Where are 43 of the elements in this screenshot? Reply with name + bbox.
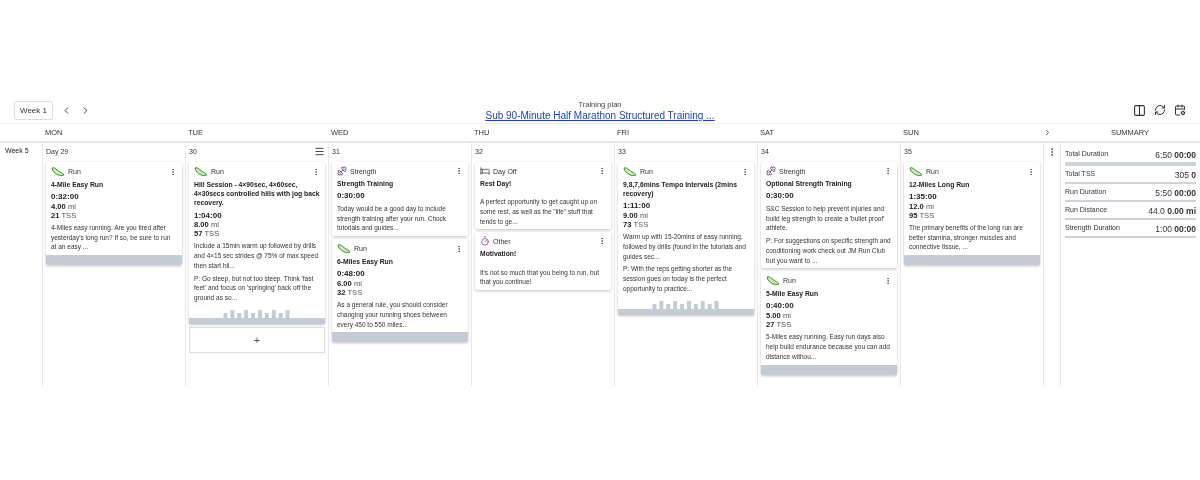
shoe-icon [909, 166, 923, 177]
summary-value: 305 0 [1174, 170, 1196, 180]
add-workout-button[interactable]: + [189, 326, 325, 353]
workout-duration: 0:40:00 [766, 301, 795, 312]
workout-duration: 1:11:00 [623, 201, 652, 211]
summary-value: 6:50 00:00 [1155, 150, 1196, 160]
refresh-icon[interactable] [1154, 103, 1166, 117]
workout-duration: 0:30:00 [766, 191, 795, 201]
plan-title-link[interactable]: Sub 90-Minute Half Marathon Structured Training ... [485, 109, 715, 121]
shoe-icon [337, 243, 351, 254]
more-icon[interactable] [598, 237, 606, 246]
more-icon[interactable] [455, 244, 463, 253]
calendar-settings-icon[interactable] [1174, 103, 1186, 117]
more-icon[interactable] [455, 167, 463, 175]
dumbbell-icon [337, 166, 347, 176]
summary-value: 5:50 00:00 [1155, 188, 1196, 198]
more-icon[interactable] [312, 167, 320, 176]
columns-icon[interactable] [1133, 103, 1146, 117]
workout-card[interactable] [761, 162, 897, 269]
workout-duration: 0:48:00 [337, 269, 366, 279]
bed-icon [480, 166, 490, 176]
summary-value: 1:00 00:00 [1155, 224, 1196, 234]
stopwatch-icon [480, 236, 490, 247]
workout-duration: 0:30:00 [337, 191, 366, 201]
more-icon[interactable] [169, 167, 177, 176]
workout-card[interactable] [189, 162, 325, 324]
more-icon[interactable] [884, 276, 892, 285]
summary-value: 44.0 0.00 mi [1148, 206, 1196, 216]
more-icon[interactable] [1027, 167, 1035, 176]
workout-duration: 1:35:00 [909, 192, 938, 202]
workout-card[interactable] [618, 162, 754, 315]
shoe-icon [194, 166, 208, 177]
more-icon[interactable] [741, 167, 749, 176]
week-selector[interactable]: Week 1 [14, 100, 53, 120]
workout-duration: 0:32:00 [51, 192, 80, 202]
more-icon[interactable] [598, 167, 606, 175]
menu-icon[interactable] [314, 145, 325, 157]
shoe-icon [766, 275, 780, 287]
workout-duration: 1:04:00 [194, 210, 223, 221]
dumbbell-icon [766, 166, 776, 176]
shoe-icon [51, 166, 65, 177]
shoe-icon [623, 166, 637, 177]
more-icon[interactable] [884, 167, 892, 175]
